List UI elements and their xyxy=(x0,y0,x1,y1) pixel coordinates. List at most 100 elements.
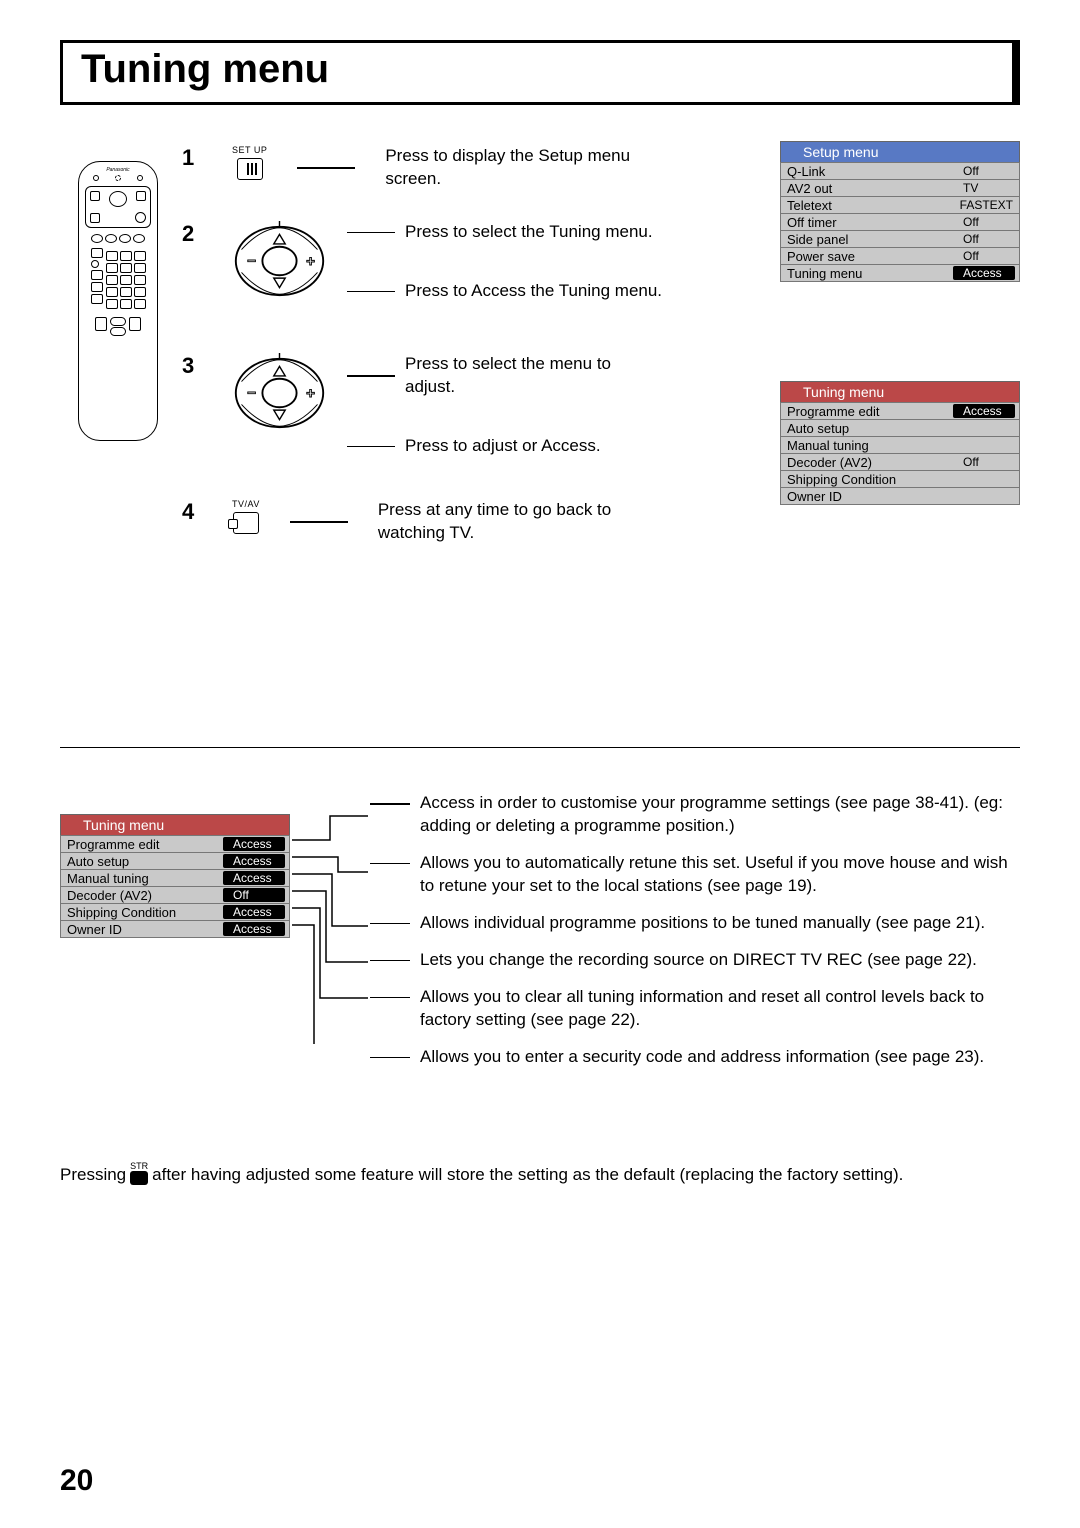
step-number: 3 xyxy=(182,353,202,379)
str-label: STR xyxy=(130,1162,148,1171)
osd-row: Owner IDAccess xyxy=(60,920,290,938)
step-number: 4 xyxy=(182,499,202,525)
dpad-icon: − + xyxy=(232,221,327,301)
setup-button-icon: SET UP xyxy=(232,145,267,180)
step-text: Press to select the menu to adjust. xyxy=(405,353,665,399)
connector-lines xyxy=(290,814,370,1044)
osd-row: AV2 outTV xyxy=(780,179,1020,197)
osd-row: Programme editAccess xyxy=(60,835,290,853)
tuning-menu-full-osd: Tuning menu Programme editAccessAuto set… xyxy=(60,814,290,938)
osd-value: Access xyxy=(223,854,285,868)
footer-prefix: Pressing xyxy=(60,1165,126,1185)
osd-value: Access xyxy=(223,837,285,851)
osd-value: TV xyxy=(957,181,1019,195)
str-button-icon: STR xyxy=(130,1162,148,1185)
tuning-menu-osd: Tuning menu Programme editAccessAuto set… xyxy=(780,381,1020,505)
osd-row: Shipping ConditionAccess xyxy=(60,903,290,921)
svg-text:−: − xyxy=(247,385,256,402)
osd-row: Decoder (AV2)Off xyxy=(60,886,290,904)
osd-label: Programme edit xyxy=(61,837,223,852)
step-text: Press to display the Setup menu screen. xyxy=(385,145,645,191)
osd-label: Owner ID xyxy=(61,922,223,937)
osd-label: Auto setup xyxy=(781,421,1019,436)
step-1: 1 SET UP Press to display the Setup menu… xyxy=(182,145,645,191)
osd-value: Off xyxy=(223,888,285,902)
osd-value: Off xyxy=(957,455,1019,469)
desc-auto-setup: Allows you to automatically retune this … xyxy=(370,852,1020,898)
osd-label: Power save xyxy=(781,249,957,264)
desc-manual-tuning: Allows individual programme positions to… xyxy=(370,912,1020,935)
step-text: Press to Access the Tuning menu. xyxy=(405,280,662,303)
desc-owner-id: Allows you to enter a security code and … xyxy=(370,1046,1020,1069)
osd-value: Off xyxy=(957,232,1019,246)
osd-value: Access xyxy=(223,922,285,936)
osd-row: Auto setup xyxy=(780,419,1020,437)
osd-row: Shipping Condition xyxy=(780,470,1020,488)
osd-row: TeletextFASTEXT xyxy=(780,196,1020,214)
svg-text:+: + xyxy=(306,253,315,270)
osd-label: Q-Link xyxy=(781,164,957,179)
icon-label: TV/AV xyxy=(232,499,260,509)
step-number: 2 xyxy=(182,221,202,247)
osd-value: Access xyxy=(953,404,1015,418)
osd-title: Tuning menu xyxy=(780,381,1020,402)
step-text: Press to adjust or Access. xyxy=(405,435,601,458)
desc-programme-edit: Access in order to customise your progra… xyxy=(370,792,1020,838)
step-text: Press to select the Tuning menu. xyxy=(405,221,653,244)
osd-row: Power saveOff xyxy=(780,247,1020,265)
divider xyxy=(60,747,1020,748)
page-title: Tuning menu xyxy=(81,47,994,92)
osd-row: Programme editAccess xyxy=(780,402,1020,420)
step-2: 2 − + Press to select the Tuning menu. xyxy=(182,221,662,303)
osd-value: Access xyxy=(953,266,1015,280)
dpad-icon: − + xyxy=(232,353,327,433)
footer-suffix: after having adjusted some feature will … xyxy=(152,1165,903,1185)
osd-label: Decoder (AV2) xyxy=(781,455,957,470)
osd-title: Tuning menu xyxy=(60,814,290,835)
osd-row: Owner ID xyxy=(780,487,1020,505)
osd-label: AV2 out xyxy=(781,181,957,196)
osd-value: Access xyxy=(223,905,285,919)
osd-label: Manual tuning xyxy=(61,871,223,886)
osd-value: Off xyxy=(957,249,1019,263)
page-title-box: Tuning menu xyxy=(60,40,1020,105)
osd-label: Tuning menu xyxy=(781,266,953,281)
osd-label: Side panel xyxy=(781,232,957,247)
osd-row: Auto setupAccess xyxy=(60,852,290,870)
osd-row: Decoder (AV2)Off xyxy=(780,453,1020,471)
desc-decoder: Lets you change the recording source on … xyxy=(370,949,1020,972)
step-4: 4 TV/AV Press at any time to go back to … xyxy=(182,499,638,545)
desc-shipping-condition: Allows you to clear all tuning informati… xyxy=(370,986,1020,1032)
osd-label: Teletext xyxy=(781,198,954,213)
osd-label: Manual tuning xyxy=(781,438,1019,453)
osd-label: Shipping Condition xyxy=(781,472,1019,487)
step-text: Press at any time to go back to watching… xyxy=(378,499,638,545)
osd-value: FASTEXT xyxy=(954,198,1019,212)
descriptions: Access in order to customise your progra… xyxy=(370,792,1020,1082)
osd-row: Off timerOff xyxy=(780,213,1020,231)
osd-label: Shipping Condition xyxy=(61,905,223,920)
footer-note: Pressing STR after having adjusted some … xyxy=(60,1162,1020,1185)
osd-title: Setup menu xyxy=(780,141,1020,162)
osd-value: Access xyxy=(223,871,285,885)
remote-illustration: Panasonic xyxy=(78,161,158,441)
svg-text:+: + xyxy=(306,385,315,402)
osd-row: Manual tuning xyxy=(780,436,1020,454)
osd-row: Manual tuningAccess xyxy=(60,869,290,887)
osd-label: Auto setup xyxy=(61,854,223,869)
instructions-area: Panasonic xyxy=(60,141,1020,701)
osd-row: Tuning menuAccess xyxy=(780,264,1020,282)
osd-value: Off xyxy=(957,164,1019,178)
icon-label: SET UP xyxy=(232,145,267,155)
osd-label: Owner ID xyxy=(781,489,1019,504)
osd-label: Programme edit xyxy=(781,404,953,419)
osd-value: Off xyxy=(957,215,1019,229)
svg-text:−: − xyxy=(247,253,256,270)
tvav-button-icon: TV/AV xyxy=(232,499,260,534)
osd-label: Off timer xyxy=(781,215,957,230)
step-3: 3 − + Press to select the menu to adjust… xyxy=(182,353,665,458)
page-number: 20 xyxy=(60,1464,93,1498)
osd-row: Q-LinkOff xyxy=(780,162,1020,180)
step-number: 1 xyxy=(182,145,202,171)
lower-section: Tuning menu Programme editAccessAuto set… xyxy=(60,792,1020,1132)
